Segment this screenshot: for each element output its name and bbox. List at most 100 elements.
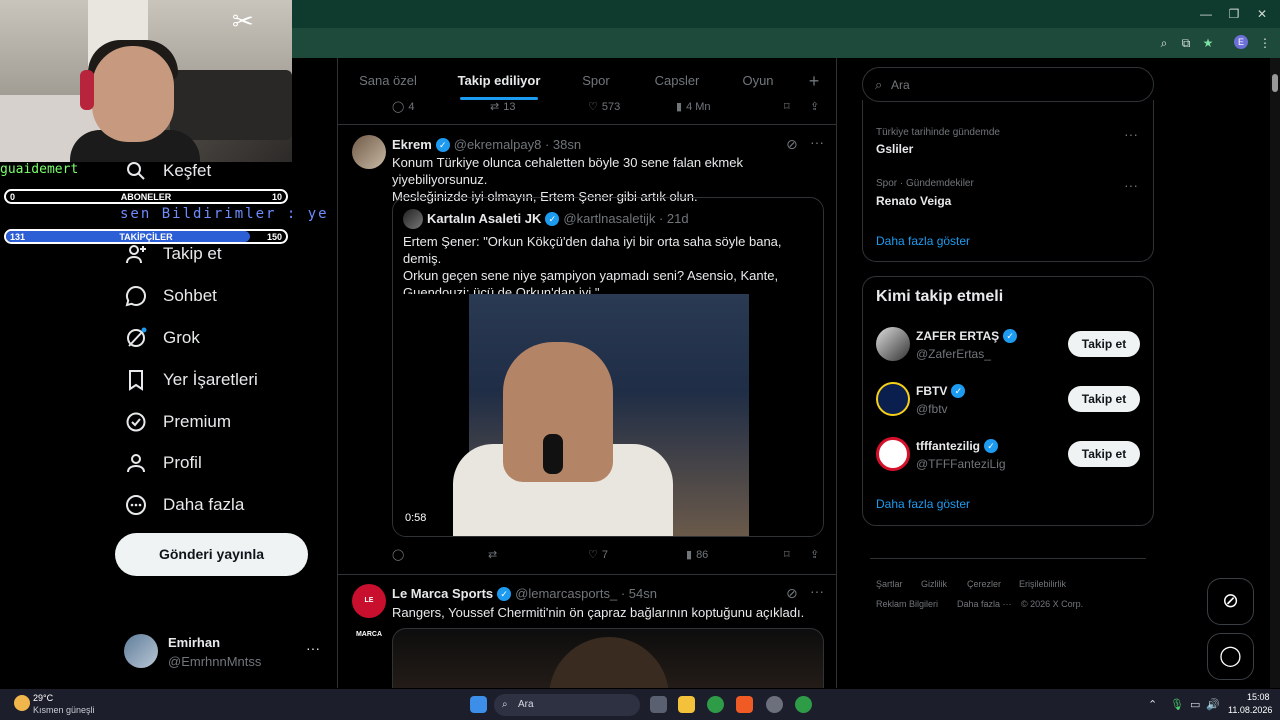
- suggestion-name[interactable]: FBTV ✓: [916, 384, 966, 398]
- trend-more-icon[interactable]: ···: [1124, 177, 1138, 193]
- microphone-icon[interactable]: 🎙: [1170, 698, 1184, 711]
- video-duration: 0:58: [405, 512, 427, 524]
- bookmark-button[interactable]: ⌑: [784, 548, 790, 561]
- footer-privacy[interactable]: Gizlilik: [921, 579, 947, 589]
- network-icon[interactable]: ▭: [1190, 698, 1200, 711]
- search-icon: ⌕: [875, 77, 883, 92]
- quoted-tweet[interactable]: Kartalın Asaleti JK ✓ @kartlnasaletijk ·…: [392, 197, 824, 537]
- nav-item-explore[interactable]: Keşfet: [125, 155, 211, 187]
- close-icon[interactable]: ✕: [1254, 6, 1270, 22]
- repost-button[interactable]: ⇄: [488, 548, 501, 561]
- tray-expand-icon[interactable]: ⌃: [1148, 698, 1157, 711]
- share-button[interactable]: ⇪: [810, 548, 819, 561]
- share-button[interactable]: ⇪: [810, 100, 819, 113]
- browser-profile-avatar[interactable]: E: [1234, 35, 1248, 49]
- trend-more-icon[interactable]: ···: [1124, 126, 1138, 142]
- footer-ads-info[interactable]: Reklam Bilgileri: [876, 599, 938, 609]
- start-menu-icon[interactable]: [470, 696, 487, 713]
- nav-item-chat[interactable]: Sohbet: [125, 280, 217, 312]
- followers-goal: 150: [266, 232, 282, 242]
- footer-terms[interactable]: Şartlar: [876, 579, 903, 589]
- restore-icon[interactable]: ❐: [1226, 6, 1242, 22]
- chrome-icon[interactable]: [707, 696, 724, 713]
- views-button[interactable]: ▮ 86: [686, 548, 708, 562]
- obs-icon[interactable]: [766, 696, 783, 713]
- tab-memes[interactable]: Capsler: [632, 58, 722, 104]
- chrome-active-icon[interactable]: [795, 696, 812, 713]
- tab-following[interactable]: Takip ediliyor: [438, 58, 560, 104]
- grok-explain-icon[interactable]: ⊘: [786, 136, 798, 153]
- trends-show-more[interactable]: Daha fazla göster: [876, 234, 970, 248]
- video-player[interactable]: 0:58: [393, 294, 823, 536]
- share-icon: ⇪: [810, 549, 820, 561]
- avatar[interactable]: LE MARCA: [352, 584, 386, 638]
- suggestion-name[interactable]: tfffantezilig ✓: [916, 439, 998, 453]
- nav-item-profile[interactable]: Profil: [125, 447, 202, 479]
- tab-games[interactable]: Oyun: [722, 58, 794, 104]
- account-more-icon[interactable]: ···: [306, 640, 320, 656]
- grok-fab[interactable]: ⊘: [1207, 578, 1254, 625]
- footer-more[interactable]: Daha fazla ···: [957, 599, 1012, 609]
- avatar[interactable]: [876, 382, 910, 416]
- grok-icon: ⊘: [1222, 590, 1239, 612]
- quote-header: Kartalın Asaleti JK ✓ @kartlnasaletijk ·…: [427, 211, 689, 226]
- nav-label: Sohbet: [163, 286, 217, 305]
- weather-icon[interactable]: [14, 695, 30, 711]
- nav-item-more[interactable]: Daha fazla: [125, 489, 244, 521]
- install-app-icon[interactable]: ⧉: [1178, 35, 1194, 51]
- browser-menu-icon[interactable]: ⋮: [1257, 35, 1273, 51]
- reply-button[interactable]: ◯: [392, 548, 408, 561]
- zoom-icon[interactable]: ⌕: [1156, 35, 1172, 51]
- like-button[interactable]: ♡ 573: [588, 100, 620, 114]
- views-button[interactable]: ▮ 4 Mn: [676, 100, 711, 114]
- follow-button[interactable]: Takip et: [1068, 386, 1140, 412]
- footer-cookies[interactable]: Çerezler: [967, 579, 1001, 589]
- follow-button[interactable]: Takip et: [1068, 441, 1140, 467]
- tweet-author-name[interactable]: Le Marca Sports: [392, 586, 493, 601]
- nav-item-follow[interactable]: Takip et: [125, 238, 222, 270]
- tab-add[interactable]: +: [794, 58, 834, 104]
- taskbar-search[interactable]: ⌕ Ara: [494, 694, 640, 716]
- file-explorer-icon[interactable]: [678, 696, 695, 713]
- reply-button[interactable]: ◯ 4: [392, 100, 414, 114]
- suggestion-name[interactable]: ZAFER ERTAŞ ✓: [916, 329, 1018, 343]
- avatar[interactable]: [352, 135, 386, 169]
- tab-for-you[interactable]: Sana özel: [338, 58, 438, 104]
- tab-sports[interactable]: Spor: [560, 58, 632, 104]
- who-to-follow-show-more[interactable]: Daha fazla göster: [876, 497, 970, 511]
- bookmark-button[interactable]: ⌑: [784, 100, 790, 113]
- follow-button[interactable]: Takip et: [1068, 331, 1140, 357]
- clock-date[interactable]: 11.08.2026: [1228, 705, 1272, 715]
- page-scrollbar[interactable]: [1270, 58, 1280, 688]
- nav-item-premium[interactable]: Premium: [125, 406, 231, 438]
- clock-time[interactable]: 15:08: [1247, 692, 1270, 702]
- tweet-author-name[interactable]: Ekrem: [392, 137, 432, 152]
- post-button[interactable]: Gönderi yayınla: [115, 533, 308, 576]
- minimize-icon[interactable]: —: [1198, 6, 1214, 22]
- search-icon: ⌕: [502, 699, 508, 710]
- account-switcher[interactable]: Emirhan @EmrhnnMntss ···: [124, 634, 324, 674]
- tweet-media[interactable]: [392, 628, 824, 688]
- avatar[interactable]: [876, 437, 910, 471]
- tweet-more-icon[interactable]: ···: [810, 583, 824, 599]
- nav-item-grok[interactable]: Grok: [125, 322, 200, 354]
- footer-accessibility[interactable]: Erişilebilirlik: [1019, 579, 1066, 589]
- suggestion-handle: @TFFFanteziLig: [916, 457, 1006, 471]
- timeline-tabs: Sana özel Takip ediliyor Spor Capsler Oy…: [338, 58, 836, 104]
- tweet-more-icon[interactable]: ···: [810, 134, 824, 150]
- search-input[interactable]: ⌕ Ara: [862, 67, 1154, 102]
- volume-icon[interactable]: 🔊: [1206, 698, 1220, 711]
- grok-explain-icon[interactable]: ⊘: [786, 585, 798, 602]
- avatar[interactable]: [876, 327, 910, 361]
- brave-icon[interactable]: [736, 696, 753, 713]
- bookmark-star-icon[interactable]: ★: [1200, 35, 1216, 51]
- trend-item[interactable]: Renato Veiga: [876, 194, 951, 208]
- like-button[interactable]: ♡ 7: [588, 548, 608, 562]
- trend-item[interactable]: Gsliler: [876, 142, 913, 156]
- messages-fab[interactable]: ◯: [1207, 633, 1254, 680]
- repost-button[interactable]: ⇄ 13: [490, 100, 515, 114]
- nav-item-bookmarks[interactable]: Yer İşaretleri: [125, 364, 258, 396]
- verified-badge-icon: ✓: [545, 211, 560, 226]
- task-view-icon[interactable]: [650, 696, 667, 713]
- reply-icon: ◯: [392, 549, 405, 561]
